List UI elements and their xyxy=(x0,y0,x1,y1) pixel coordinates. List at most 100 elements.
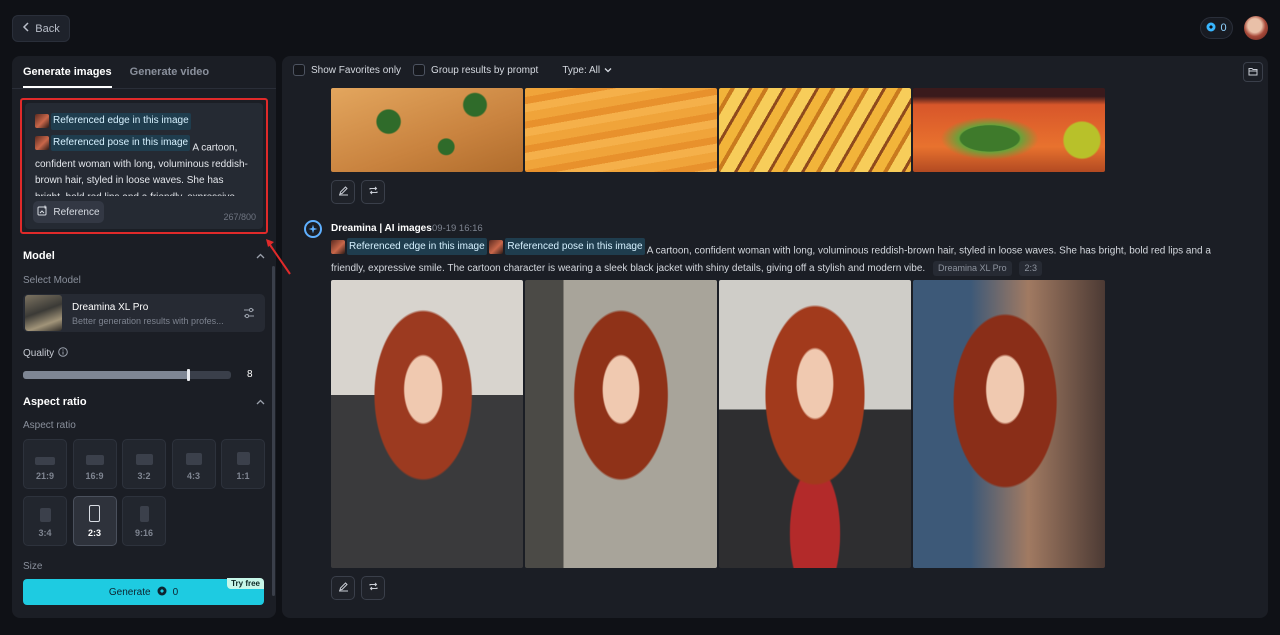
tab-generate-video[interactable]: Generate video xyxy=(130,66,209,88)
result-image[interactable] xyxy=(525,280,717,568)
model-section-title: Model xyxy=(23,250,55,262)
sliders-icon[interactable] xyxy=(243,306,255,324)
credits-count: 0 xyxy=(1220,22,1227,34)
aspect-ratio-option[interactable]: 9:16 xyxy=(122,496,166,546)
model-thumbnail xyxy=(25,295,62,331)
back-button[interactable]: Back xyxy=(12,15,70,42)
reference-thumbnail xyxy=(35,114,49,129)
ratio-shape-icon xyxy=(185,453,202,465)
ratio-shape-icon xyxy=(39,508,51,522)
aspect-ratio-label: 3:4 xyxy=(38,528,52,538)
ratio-shape-icon xyxy=(135,454,153,465)
mode-tabs: Generate images Generate video xyxy=(12,56,276,89)
try-free-badge: Try free xyxy=(227,578,264,589)
result-image[interactable] xyxy=(331,280,523,568)
checkbox-box[interactable] xyxy=(413,64,426,76)
quality-value: 8 xyxy=(247,369,253,380)
aspect-ratio-label: 1:1 xyxy=(236,471,250,481)
size-label: Size xyxy=(23,561,43,572)
aspect-ratio-label: 16:9 xyxy=(85,471,104,481)
aspect-ratio-option[interactable]: 3:2 xyxy=(122,439,166,489)
aspect-ratio-option[interactable]: 4:3 xyxy=(171,439,216,489)
repeat-icon xyxy=(368,183,379,201)
quality-label: Quality xyxy=(23,347,68,360)
prompt-input[interactable]: Referenced edge in this image Referenced… xyxy=(25,103,263,229)
ratio-shape-icon xyxy=(139,506,149,522)
result-image[interactable] xyxy=(525,88,717,172)
left-panel: Generate images Generate video Reference… xyxy=(12,56,276,618)
ratio-shape-icon xyxy=(236,452,250,465)
model-selector[interactable]: Dreamina XL Pro Better generation result… xyxy=(23,294,265,332)
character-count: 267/800 xyxy=(223,212,256,222)
reference-thumbnail xyxy=(35,136,49,150)
results-panel: Show Favorites only Group results by pro… xyxy=(282,56,1268,618)
aspect-ratio-option[interactable]: 16:9 xyxy=(72,439,117,489)
tab-generate-images[interactable]: Generate images xyxy=(23,66,112,88)
aspect-ratio-option[interactable]: 21:9 xyxy=(23,439,67,489)
prompt-text[interactable]: Referenced edge in this image Referenced… xyxy=(35,113,253,196)
type-label: Type: All xyxy=(562,64,601,76)
aspect-ratio-option[interactable]: 2:3 xyxy=(72,496,117,546)
edit-button[interactable] xyxy=(331,576,355,600)
generate-cost: 0 xyxy=(172,586,179,598)
generation-results-row xyxy=(331,280,1105,568)
aspect-ratio-label: 4:3 xyxy=(186,471,200,481)
pencil-icon xyxy=(338,183,349,201)
credit-icon xyxy=(157,586,167,599)
model-name: Dreamina XL Pro xyxy=(72,302,149,313)
pencil-icon xyxy=(338,579,349,597)
folder-button[interactable] xyxy=(1243,62,1263,82)
model-tag: Dreamina XL Pro xyxy=(932,260,1012,276)
generation-timestamp: 09-19 16:16 xyxy=(432,223,483,234)
favorites-checkbox[interactable]: Show Favorites only xyxy=(293,64,401,76)
result-image[interactable] xyxy=(913,280,1105,568)
ratio-tag: 2:3 xyxy=(1019,260,1042,276)
result-image[interactable] xyxy=(331,88,523,172)
dreamina-logo-icon xyxy=(304,220,322,238)
aspect-section-header[interactable]: Aspect ratio xyxy=(23,396,265,408)
generation-prompt: Referenced edge in this image Referenced… xyxy=(331,238,1221,277)
info-icon[interactable] xyxy=(58,347,68,360)
chevron-down-icon xyxy=(604,65,612,76)
ratio-shape-icon xyxy=(35,457,55,465)
ratio-shape-icon xyxy=(89,505,100,522)
generation-title: Dreamina | AI images xyxy=(331,223,432,234)
aspect-ratio-option[interactable]: 3:4 xyxy=(23,496,67,546)
favorites-label: Show Favorites only xyxy=(311,64,402,76)
user-avatar[interactable] xyxy=(1244,16,1268,40)
generate-button[interactable]: Generate 0 Try free xyxy=(23,578,264,605)
model-description: Better generation results with profes... xyxy=(72,316,224,326)
aspect-ratio-option[interactable]: 1:1 xyxy=(221,439,265,489)
checkbox-box[interactable] xyxy=(293,64,305,76)
type-dropdown[interactable]: Type: All xyxy=(562,65,612,76)
regenerate-button[interactable] xyxy=(361,180,385,204)
quality-slider-fill xyxy=(23,371,190,379)
result-image[interactable] xyxy=(719,88,911,172)
reference-chip-edge[interactable]: Referenced edge in this image xyxy=(35,113,191,130)
left-scrollbar[interactable] xyxy=(272,266,275,596)
aspect-ratio-label: 9:16 xyxy=(134,528,153,538)
credit-icon xyxy=(1206,22,1216,35)
reference-label: Reference xyxy=(53,206,100,218)
regenerate-button[interactable] xyxy=(361,576,385,600)
image-add-icon xyxy=(37,205,48,219)
annotation-arrow-icon xyxy=(266,239,291,275)
quality-slider[interactable] xyxy=(23,369,231,381)
select-model-label: Select Model xyxy=(23,275,81,286)
quality-slider-handle[interactable] xyxy=(187,369,191,381)
credits-badge[interactable]: 0 xyxy=(1200,17,1233,39)
chevron-up-icon xyxy=(256,396,265,408)
reference-chip-pose[interactable]: Referenced pose in this image xyxy=(35,134,191,152)
reference-button[interactable]: Reference xyxy=(33,201,104,223)
model-section-header[interactable]: Model xyxy=(23,250,265,262)
result-image[interactable] xyxy=(913,88,1105,172)
reference-chip-pose[interactable]: Referenced pose in this image xyxy=(489,238,645,255)
aspect-ratio-label: 2:3 xyxy=(87,528,101,538)
group-by-prompt-checkbox[interactable]: Group results by prompt xyxy=(413,64,538,76)
result-image[interactable] xyxy=(719,280,911,568)
reference-chip-edge[interactable]: Referenced edge in this image xyxy=(331,238,487,255)
edit-button[interactable] xyxy=(331,180,355,204)
prompt-highlight-box: Referenced edge in this image Referenced… xyxy=(20,98,268,234)
chevron-left-icon xyxy=(22,22,30,35)
generation-actions xyxy=(331,576,385,600)
